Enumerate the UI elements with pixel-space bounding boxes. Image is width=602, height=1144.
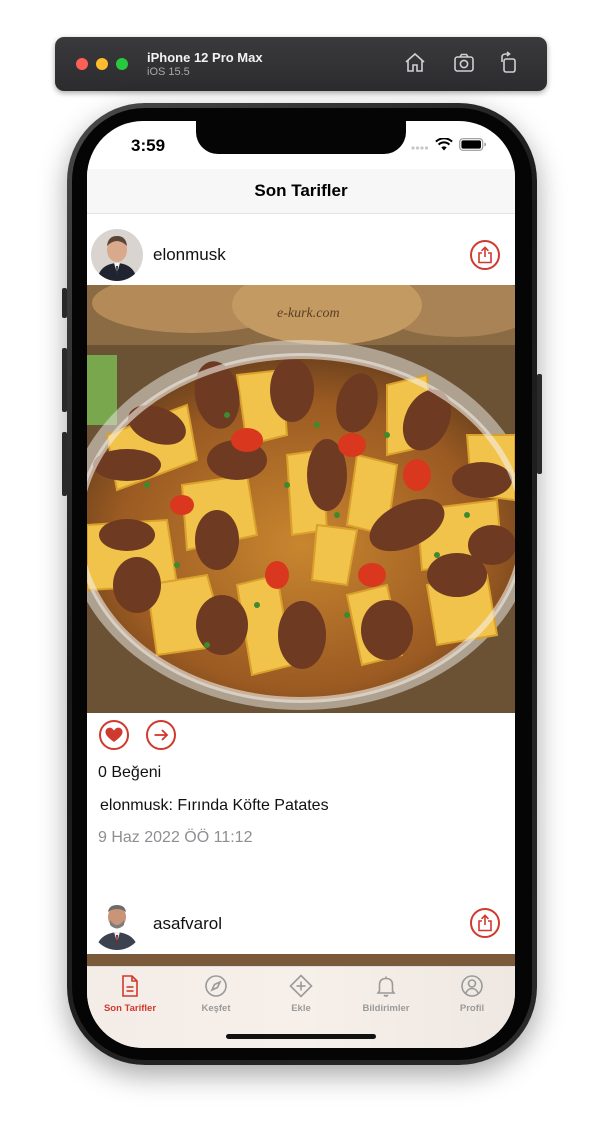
tab-label: Bildirimler	[362, 1003, 410, 1014]
phone-screen: 3:59 Son Tarifler elonmusk e-kurk.com 0 …	[87, 121, 515, 1048]
compass-icon	[205, 975, 227, 997]
wifi-icon	[435, 137, 453, 156]
photo-watermark: e-kurk.com	[277, 306, 340, 321]
recipe-photo[interactable]	[87, 954, 515, 966]
mute-switch	[62, 288, 67, 318]
recipe-photo[interactable]: e-kurk.com	[87, 285, 515, 713]
device-name: iPhone 12 Pro Max	[147, 50, 263, 65]
post-username[interactable]: elonmusk	[153, 245, 226, 265]
os-version: iOS 15.5	[147, 66, 190, 78]
zoom-window-button[interactable]	[116, 58, 128, 70]
minimize-window-button[interactable]	[96, 58, 108, 70]
recipe-feed[interactable]: elonmusk e-kurk.com 0 Beğeni elonmusk: F…	[87, 214, 515, 966]
battery-icon	[459, 138, 487, 156]
screenshot-icon[interactable]	[452, 51, 476, 75]
arrow-right-icon	[154, 729, 169, 741]
cellular-dots-icon	[411, 138, 429, 156]
home-indicator[interactable]	[226, 1034, 376, 1039]
add-icon	[289, 974, 313, 998]
volume-up-button	[62, 348, 67, 412]
like-count: 0 Beğeni	[98, 764, 162, 781]
tab-son-tarifler[interactable]: Son Tarifler	[87, 973, 173, 1023]
page-title: Son Tarifler	[254, 181, 348, 200]
tab-label: Son Tarifler	[103, 1003, 157, 1014]
like-button[interactable]	[99, 720, 129, 750]
share-icon	[478, 246, 492, 264]
navigation-bar: Son Tarifler	[87, 169, 515, 214]
document-icon	[122, 975, 138, 997]
power-button	[537, 374, 542, 474]
share-button[interactable]	[470, 240, 500, 270]
post-caption: elonmusk: Fırında Köfte Patates	[100, 797, 329, 814]
rotate-icon[interactable]	[497, 51, 521, 75]
share-button[interactable]	[470, 908, 500, 938]
profile-icon	[461, 975, 483, 997]
share-icon	[478, 914, 492, 932]
tab-label: Profil	[459, 1003, 485, 1014]
status-time: 3:59	[131, 136, 166, 155]
tab-profil[interactable]: Profil	[429, 973, 515, 1023]
bell-icon	[376, 976, 396, 997]
open-recipe-button[interactable]	[146, 720, 176, 750]
close-window-button[interactable]	[76, 58, 88, 70]
post-username[interactable]: asafvarol	[153, 914, 222, 934]
heart-icon	[105, 727, 123, 742]
tab-label: Ekle	[291, 1003, 311, 1014]
tab-bildirimler[interactable]: Bildirimler	[343, 973, 429, 1023]
avatar[interactable]	[91, 898, 143, 950]
simulator-toolbar: iPhone 12 Pro Max iOS 15.5	[55, 37, 547, 91]
post-date: 9 Haz 2022 ÖÖ 11:12	[98, 829, 253, 846]
tab-ekle[interactable]: Ekle	[258, 973, 344, 1023]
status-bar: 3:59	[87, 121, 515, 169]
tab-kesfet[interactable]: Keşfet	[173, 973, 259, 1023]
avatar[interactable]	[91, 229, 143, 281]
volume-down-button	[62, 432, 67, 496]
home-icon[interactable]	[403, 51, 427, 75]
notch	[196, 121, 406, 154]
tab-label: Keşfet	[201, 1003, 231, 1014]
